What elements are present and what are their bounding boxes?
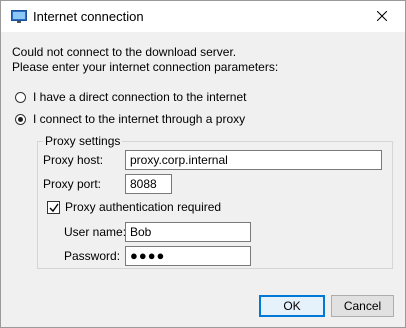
ok-button[interactable]: OK xyxy=(259,295,325,317)
radio-button[interactable] xyxy=(15,91,26,103)
cancel-button[interactable]: Cancel xyxy=(331,295,394,317)
proxy-port-field[interactable]: 8088 xyxy=(125,174,172,194)
dialog-window: Internet connection Could not connect to… xyxy=(0,0,406,328)
radio-direct-connection[interactable]: I have a direct connection to the intern… xyxy=(15,90,246,104)
message-line-1: Could not connect to the download server… xyxy=(12,45,237,59)
proxy-auth-checkbox[interactable] xyxy=(47,200,60,214)
message-line-2: Please enter your internet connection pa… xyxy=(12,60,279,74)
checkmark-icon xyxy=(49,203,59,212)
username-label: User name: xyxy=(64,225,127,239)
proxy-host-label: Proxy host: xyxy=(43,153,104,167)
proxy-auth-checkbox-row[interactable]: Proxy authentication required xyxy=(47,200,221,214)
proxy-auth-label: Proxy authentication required xyxy=(65,200,222,214)
radio-button[interactable] xyxy=(15,113,26,125)
title-bar: Internet connection xyxy=(1,1,405,32)
monitor-icon xyxy=(11,10,27,24)
radio-label: I connect to the internet through a prox… xyxy=(33,112,246,126)
close-button[interactable] xyxy=(359,1,405,32)
group-title: Proxy settings xyxy=(43,134,123,148)
close-icon xyxy=(376,10,388,24)
proxy-port-label: Proxy port: xyxy=(43,177,102,191)
radio-proxy-connection[interactable]: I connect to the internet through a prox… xyxy=(15,112,245,126)
radio-label: I have a direct connection to the intern… xyxy=(33,90,247,104)
message: Could not connect to the download server… xyxy=(12,45,278,75)
username-field[interactable]: Bob xyxy=(125,222,251,242)
proxy-host-field[interactable]: proxy.corp.internal xyxy=(125,150,382,170)
window-title: Internet connection xyxy=(33,9,144,24)
password-field[interactable]: ●●●● xyxy=(125,246,251,266)
password-label: Password: xyxy=(64,249,121,263)
